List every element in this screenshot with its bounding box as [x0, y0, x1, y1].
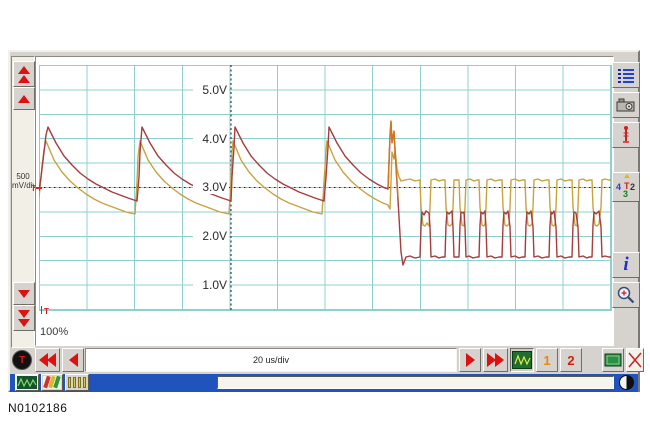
taskbar-library-button[interactable]: [65, 374, 89, 391]
zoom-percent-label: 100%: [40, 326, 68, 338]
trigger-button[interactable]: T: [12, 350, 32, 370]
trigger-time-tick: [41, 306, 42, 314]
info-icon: i: [623, 256, 628, 274]
waveform-icon: [512, 351, 532, 369]
probe-icon: [621, 125, 631, 145]
scale-value: 500: [12, 172, 34, 181]
triangle-down-icon: [18, 290, 30, 298]
chevron-double-down-icon: [18, 310, 30, 318]
contrast-icon[interactable]: [619, 375, 634, 390]
vertical-scale-panel: 500 mV/div: [11, 56, 35, 348]
voltage-label: 1.0V: [193, 278, 229, 292]
trigger-level-tick: [36, 187, 42, 189]
figure-label: N0102186: [8, 401, 67, 415]
app-window: 500 mV/div 5.0V 4.0V 3.0V: [8, 50, 640, 392]
taskbar-scope-button[interactable]: [15, 374, 39, 391]
voltage-label: 4.0V: [193, 132, 229, 146]
fast-forward-button[interactable]: [483, 348, 508, 372]
list-button[interactable]: [612, 62, 640, 88]
camera-icon: [616, 97, 636, 113]
channels-button[interactable]: 4 T 2 3: [612, 172, 640, 202]
voltage-label: 5.0V: [193, 83, 229, 97]
step-back-button[interactable]: [62, 348, 84, 372]
close-plot-button[interactable]: [626, 348, 644, 372]
channel-2-button[interactable]: 2: [560, 348, 582, 372]
magnifier-icon: [616, 285, 636, 305]
waveform-svg: [39, 57, 611, 315]
scale-up-button[interactable]: [13, 87, 35, 110]
color-stack-icon: [43, 376, 61, 389]
channel-2-label: 2: [567, 353, 574, 368]
x-icon: [628, 351, 642, 369]
scale-up-fast-button[interactable]: [13, 61, 35, 87]
voltage-label: 3.0V: [193, 180, 229, 194]
taskbar: [10, 374, 638, 392]
taskbar-status-panel: [217, 376, 614, 389]
scope-display: 5.0V 4.0V 3.0V 2.0V 1.0V T T 100%: [35, 56, 614, 346]
screen-button[interactable]: [602, 348, 624, 372]
voltage-label: 2.0V: [193, 229, 229, 243]
step-forward-button[interactable]: [459, 348, 481, 372]
channel-1-button[interactable]: 1: [536, 348, 558, 372]
timebase-scrollbar[interactable]: 20 us/div: [85, 348, 457, 372]
info-button[interactable]: i: [612, 252, 640, 278]
taskbar-scope-icon: [16, 375, 38, 390]
scale-down-fast-button[interactable]: [13, 305, 35, 331]
triangle-left-icon: [69, 353, 78, 367]
zoom-button[interactable]: [612, 282, 640, 308]
trigger-marker-bottom: T: [44, 308, 49, 316]
library-bars-icon: [67, 377, 87, 388]
page-root: 500 mV/div 5.0V 4.0V 3.0V: [0, 0, 650, 426]
live-display-button[interactable]: [510, 348, 534, 372]
timebase-label: 20 us/div: [253, 355, 289, 365]
probe-button[interactable]: [612, 122, 640, 148]
chevron-double-up-icon: [18, 66, 30, 74]
channel-up-arrow-icon: [624, 174, 630, 178]
taskbar-tools-button[interactable]: [41, 374, 63, 391]
scale-down-button[interactable]: [13, 282, 35, 305]
trigger-button-label: T: [19, 355, 25, 366]
channel-1-label: 1: [543, 353, 550, 368]
triangle-right-icon: [466, 353, 475, 367]
triangle-up-icon: [18, 95, 30, 103]
list-icon: [617, 67, 635, 83]
snapshot-button[interactable]: [612, 92, 640, 118]
rewind-button[interactable]: [35, 348, 60, 372]
monitor-icon: [604, 353, 622, 367]
channels-icon: 4 T 2 3: [615, 176, 637, 198]
